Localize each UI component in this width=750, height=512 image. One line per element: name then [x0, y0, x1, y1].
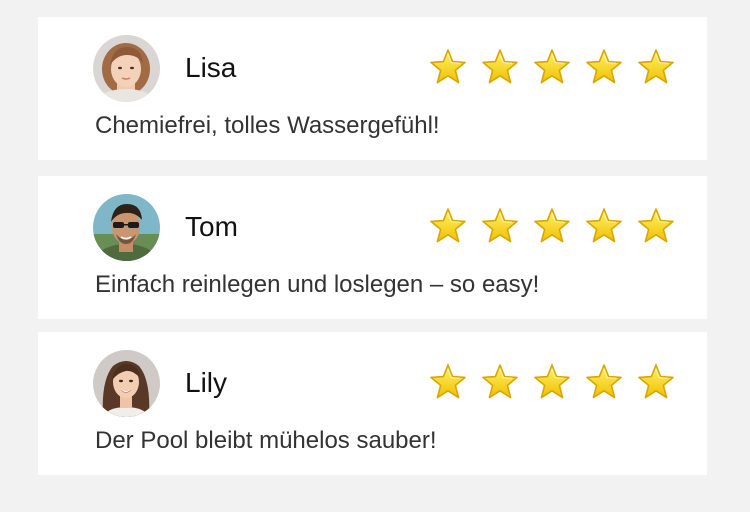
star-rating: [428, 362, 676, 402]
star-icon: [532, 362, 572, 402]
star-icon: [584, 206, 624, 246]
star-rating: [428, 47, 676, 87]
review-text: Einfach reinlegen und loslegen – so easy…: [95, 271, 540, 298]
star-icon: [428, 47, 468, 87]
star-icon: [480, 47, 520, 87]
woman-short-hair-avatar: [93, 35, 160, 102]
woman-long-hair-avatar: [93, 350, 160, 417]
review-card: Lily Der Pool bleibt mühelos sauber!: [38, 332, 707, 475]
review-text: Der Pool bleibt mühelos sauber!: [95, 427, 437, 454]
star-icon: [636, 362, 676, 402]
reviewer-name: Tom: [185, 211, 238, 242]
star-icon: [636, 47, 676, 87]
review-text: Chemiefrei, tolles Wassergefühl!: [95, 112, 440, 139]
reviewer-name: Lisa: [185, 52, 237, 83]
star-icon: [532, 206, 572, 246]
reviewer-name: Lily: [185, 367, 228, 398]
star-icon: [636, 206, 676, 246]
star-icon: [480, 206, 520, 246]
star-rating: [428, 206, 676, 246]
star-icon: [428, 362, 468, 402]
star-icon: [532, 47, 572, 87]
review-card: Lisa Chemiefrei, tolles Wassergefühl!: [38, 17, 707, 160]
man-sunglasses-avatar: [93, 194, 160, 261]
star-icon: [480, 362, 520, 402]
review-card: Tom Einfach reinlegen und loslegen – so …: [38, 176, 707, 319]
star-icon: [584, 47, 624, 87]
star-icon: [584, 362, 624, 402]
star-icon: [428, 206, 468, 246]
